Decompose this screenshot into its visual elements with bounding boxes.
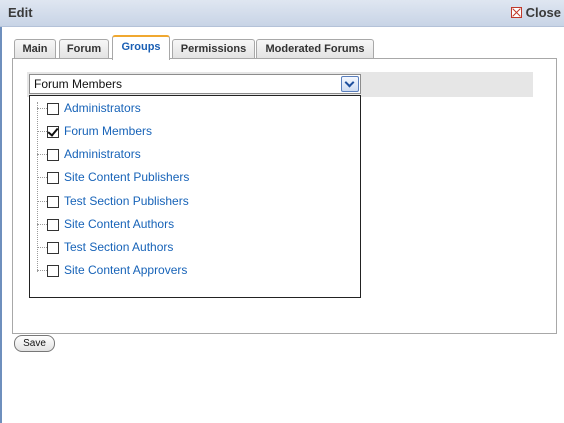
option-checkbox-checked[interactable] — [47, 126, 59, 138]
option-label[interactable]: Administrators — [64, 147, 141, 161]
group-option[interactable]: Site Content Publishers — [30, 169, 350, 189]
dialog-title: Edit — [8, 5, 33, 20]
option-label[interactable]: Test Section Publishers — [64, 194, 189, 208]
tree-branch — [37, 108, 47, 109]
close-icon[interactable] — [510, 7, 522, 18]
group-option[interactable]: Test Section Authors — [30, 239, 350, 259]
option-checkbox[interactable] — [47, 196, 59, 208]
groups-panel: Forum Members Administrators Forum Membe… — [12, 58, 557, 334]
option-label[interactable]: Administrators — [64, 101, 141, 115]
option-checkbox[interactable] — [47, 242, 59, 254]
group-select-value: Forum Members — [34, 77, 123, 91]
save-button[interactable]: Save — [14, 335, 55, 352]
option-label[interactable]: Site Content Approvers — [64, 263, 187, 277]
group-select-row: Forum Members — [27, 72, 533, 97]
tree-branch — [37, 247, 47, 248]
group-option[interactable]: Site Content Authors — [30, 216, 350, 236]
group-option[interactable]: Administrators — [30, 146, 350, 166]
option-checkbox[interactable] — [47, 219, 59, 231]
tree-branch — [37, 177, 47, 178]
option-checkbox[interactable] — [47, 103, 59, 115]
option-label[interactable]: Test Section Authors — [64, 240, 173, 254]
close-button[interactable]: Close — [510, 5, 561, 20]
option-checkbox[interactable] — [47, 265, 59, 277]
group-select[interactable]: Forum Members — [29, 74, 361, 94]
tab-groups[interactable]: Groups — [112, 35, 170, 60]
dialog-titlebar: Edit Close — [0, 0, 564, 27]
tab-moderated-forums[interactable]: Moderated Forums — [256, 39, 374, 58]
tab-permissions[interactable]: Permissions — [172, 39, 255, 58]
tab-main[interactable]: Main — [14, 39, 56, 58]
tree-branch — [37, 201, 47, 202]
tree-branch — [37, 131, 47, 132]
tree-branch — [37, 270, 47, 271]
option-label[interactable]: Forum Members — [64, 124, 152, 138]
window-left-edge — [0, 0, 2, 423]
group-option[interactable]: Administrators — [30, 100, 350, 120]
tree-branch — [37, 224, 47, 225]
group-option[interactable]: Forum Members — [30, 123, 350, 143]
group-option[interactable]: Site Content Approvers — [30, 262, 350, 282]
close-label[interactable]: Close — [526, 5, 561, 20]
tab-forum[interactable]: Forum — [59, 39, 109, 58]
option-checkbox[interactable] — [47, 172, 59, 184]
group-dropdown-list: Administrators Forum Members Administrat… — [29, 95, 361, 298]
group-option[interactable]: Test Section Publishers — [30, 193, 350, 213]
tree-branch — [37, 154, 47, 155]
chevron-down-icon[interactable] — [341, 76, 359, 92]
option-label[interactable]: Site Content Authors — [64, 217, 174, 231]
option-checkbox[interactable] — [47, 149, 59, 161]
option-label[interactable]: Site Content Publishers — [64, 170, 189, 184]
